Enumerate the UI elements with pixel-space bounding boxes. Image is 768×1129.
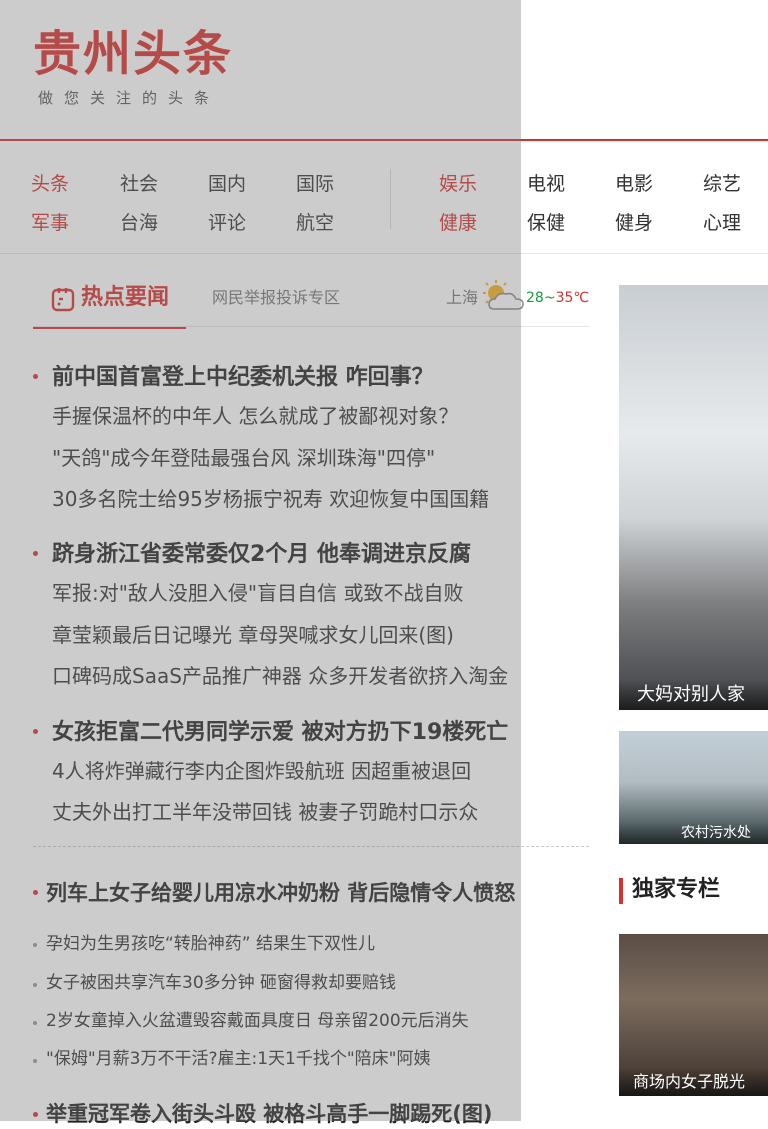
news-link[interactable]: 丈夫外出打工半年没带回钱 被妻子罚跪村口示众 xyxy=(52,797,478,827)
news-photo-1[interactable]: 大妈对别人家 xyxy=(619,285,768,710)
hot-news-icon xyxy=(51,288,75,312)
nav-item-commentary[interactable]: 评论 xyxy=(208,210,246,236)
list-item[interactable]: 女子被困共享汽车30多分钟 砸窗得救却要赔钱 xyxy=(46,970,396,996)
section-marker xyxy=(619,878,623,904)
nav-item-healthcare[interactable]: 保健 xyxy=(527,210,565,236)
weather-temperature: 28~35℃ xyxy=(526,287,589,309)
weather-low: 28 xyxy=(526,290,544,306)
news-photo-3[interactable]: 商场内女子脱光 xyxy=(619,934,768,1096)
nav-item-taiwan[interactable]: 台海 xyxy=(120,210,158,236)
nav-item-international[interactable]: 国际 xyxy=(296,171,334,197)
list-bullet xyxy=(33,983,37,987)
site-logo[interactable]: 贵州头条 xyxy=(33,24,233,84)
nav-item-fitness[interactable]: 健身 xyxy=(615,210,653,236)
list-item[interactable]: "保姆"月薪3万不干活?雇主:1天1千找个"陪床"阿姨 xyxy=(46,1046,430,1072)
headline-bullet xyxy=(33,729,38,734)
news-link[interactable]: 口碑码成SaaS产品推广神器 众多开发者欲挤入淘金 xyxy=(52,661,508,691)
headline-link[interactable]: 举重冠军卷入街头斗殴 被格斗高手一脚踢死(图) xyxy=(46,1099,493,1129)
list-item[interactable]: 孕妇为生男孩吃“转胎神药” 结果生下双性儿 xyxy=(46,931,375,957)
headline-bullet xyxy=(33,374,38,379)
headline-link[interactable]: 前中国首富登上中纪委机关报 咋回事？ xyxy=(52,362,434,394)
list-bullet xyxy=(33,1059,37,1063)
nav-item-psychology[interactable]: 心理 xyxy=(703,210,741,236)
news-link[interactable]: 30多名院士给95岁杨振宁祝寿 欢迎恢复中国国籍 xyxy=(52,484,489,514)
nav-item-variety[interactable]: 综艺 xyxy=(703,171,741,197)
news-photo-2[interactable]: 农村污水处 xyxy=(619,731,768,844)
weather-separator: ~ xyxy=(543,290,556,306)
partly-cloudy-icon xyxy=(483,280,524,310)
list-bullet xyxy=(33,1021,37,1025)
headline-bullet xyxy=(33,1112,38,1117)
nav-item-domestic[interactable]: 国内 xyxy=(208,171,246,197)
nav-divider xyxy=(390,169,391,229)
photo-caption: 农村污水处 xyxy=(619,822,768,844)
list-bullet xyxy=(33,943,37,947)
exclusive-column-title: 独家专栏 xyxy=(632,877,721,902)
section-divider xyxy=(33,846,589,847)
nav-item-entertainment[interactable]: 娱乐 xyxy=(439,171,477,197)
news-link[interactable]: 手握保温杯的中年人 怎么就成了被鄙视对象？ xyxy=(52,401,458,431)
headline-link[interactable]: 跻身浙江省委常委仅2个月 他奉调进京反腐 xyxy=(52,539,471,571)
nav-item-aviation[interactable]: 航空 xyxy=(296,210,334,236)
photo-caption: 大妈对别人家 xyxy=(619,680,768,710)
headline-link[interactable]: 列车上女子给婴儿用凉水冲奶粉 背后隐情令人愤怒 xyxy=(46,878,515,908)
list-item[interactable]: 2岁女童掉入火盆遭毁容戴面具度日 母亲留200元后消失 xyxy=(46,1008,469,1034)
news-link[interactable]: 章莹颖最后日记曝光 章母哭喊求女儿回来(图) xyxy=(52,620,454,650)
site-header: 贵州头条 做您关注的头条 xyxy=(0,0,768,139)
hot-news-label: 热点要闻 xyxy=(81,285,170,310)
nav-item-movies[interactable]: 电影 xyxy=(615,171,653,197)
weather-city: 上海 xyxy=(446,288,479,307)
nav-item-headlines[interactable]: 头条 xyxy=(31,171,69,197)
headline-bullet xyxy=(33,890,38,895)
tab-hot-news[interactable]: 热点要闻 xyxy=(33,282,186,329)
site-tagline: 做您关注的头条 xyxy=(38,89,221,107)
news-link[interactable]: 军报:对"敌人没胆入侵"盲目自信 或致不战自败 xyxy=(52,578,464,608)
report-complaint-link[interactable]: 网民举报投诉专区 xyxy=(212,285,340,311)
weather-high: 35℃ xyxy=(555,290,590,306)
headline-bullet xyxy=(33,551,38,556)
photo-caption: 商场内女子脱光 xyxy=(619,1068,768,1096)
nav-item-tv[interactable]: 电视 xyxy=(527,171,565,197)
channel-nav: 头条 社会 国内 国际 娱乐 电视 电影 综艺 军事 台海 评论 航空 健康 保… xyxy=(0,141,768,254)
news-link[interactable]: "天鸽"成今年登陆最强台风 深圳珠海"四停" xyxy=(52,443,435,473)
nav-item-society[interactable]: 社会 xyxy=(120,171,158,197)
nav-item-military[interactable]: 军事 xyxy=(31,210,69,236)
headline-link[interactable]: 女孩拒富二代男同学示爱 被对方扔下19楼死亡 xyxy=(52,717,508,749)
tab-underline xyxy=(33,326,589,327)
news-link[interactable]: 4人将炸弹藏行李内企图炸毁航班 因超重被退回 xyxy=(52,756,471,786)
nav-item-health[interactable]: 健康 xyxy=(439,210,477,236)
